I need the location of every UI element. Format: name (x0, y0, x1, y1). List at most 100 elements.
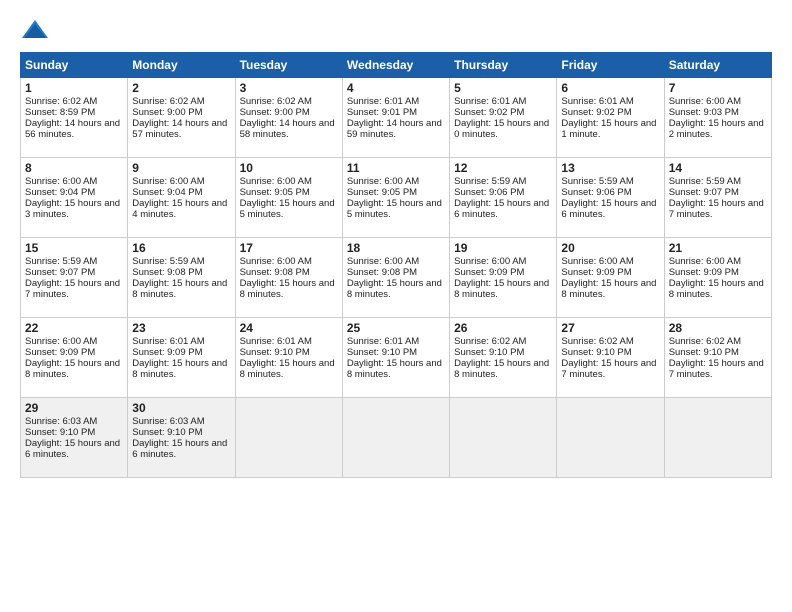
calendar-cell: 20Sunrise: 6:00 AMSunset: 9:09 PMDayligh… (557, 238, 664, 318)
sunrise-label: Sunrise: 6:02 AM (240, 96, 312, 107)
day-number: 16 (132, 241, 230, 255)
daylight-label: Daylight: 15 hours and 4 minutes. (132, 198, 227, 220)
week-row-1: 1Sunrise: 6:02 AMSunset: 8:59 PMDaylight… (21, 78, 772, 158)
daylight-label: Daylight: 15 hours and 8 minutes. (132, 278, 227, 300)
sunrise-label: Sunrise: 6:01 AM (132, 336, 204, 347)
sunset-label: Sunset: 9:04 PM (132, 187, 202, 198)
day-number: 17 (240, 241, 338, 255)
sunrise-label: Sunrise: 6:00 AM (240, 256, 312, 267)
col-header-saturday: Saturday (664, 53, 771, 78)
daylight-label: Daylight: 15 hours and 7 minutes. (25, 278, 120, 300)
calendar-cell: 21Sunrise: 6:00 AMSunset: 9:09 PMDayligh… (664, 238, 771, 318)
day-number: 18 (347, 241, 445, 255)
day-number: 9 (132, 161, 230, 175)
sunset-label: Sunset: 9:02 PM (454, 107, 524, 118)
sunset-label: Sunset: 9:07 PM (25, 267, 95, 278)
daylight-label: Daylight: 15 hours and 8 minutes. (347, 278, 442, 300)
day-number: 6 (561, 81, 659, 95)
daylight-label: Daylight: 14 hours and 59 minutes. (347, 118, 442, 140)
col-header-friday: Friday (557, 53, 664, 78)
page: SundayMondayTuesdayWednesdayThursdayFrid… (0, 0, 792, 612)
calendar-cell (235, 398, 342, 478)
sunset-label: Sunset: 9:09 PM (132, 347, 202, 358)
sunrise-label: Sunrise: 5:59 AM (132, 256, 204, 267)
day-number: 25 (347, 321, 445, 335)
sunrise-label: Sunrise: 6:00 AM (132, 176, 204, 187)
week-row-3: 15Sunrise: 5:59 AMSunset: 9:07 PMDayligh… (21, 238, 772, 318)
sunrise-label: Sunrise: 6:00 AM (347, 176, 419, 187)
calendar-cell: 26Sunrise: 6:02 AMSunset: 9:10 PMDayligh… (450, 318, 557, 398)
calendar-cell: 9Sunrise: 6:00 AMSunset: 9:04 PMDaylight… (128, 158, 235, 238)
sunrise-label: Sunrise: 5:59 AM (561, 176, 633, 187)
sunrise-label: Sunrise: 6:01 AM (347, 336, 419, 347)
daylight-label: Daylight: 15 hours and 8 minutes. (132, 358, 227, 380)
sunrise-label: Sunrise: 6:01 AM (347, 96, 419, 107)
daylight-label: Daylight: 15 hours and 7 minutes. (669, 358, 764, 380)
calendar-cell (557, 398, 664, 478)
sunset-label: Sunset: 9:09 PM (669, 267, 739, 278)
day-number: 20 (561, 241, 659, 255)
sunset-label: Sunset: 9:08 PM (347, 267, 417, 278)
sunset-label: Sunset: 9:09 PM (25, 347, 95, 358)
daylight-label: Daylight: 15 hours and 6 minutes. (454, 198, 549, 220)
sunset-label: Sunset: 9:10 PM (561, 347, 631, 358)
calendar-cell (450, 398, 557, 478)
calendar-cell (342, 398, 449, 478)
daylight-label: Daylight: 15 hours and 8 minutes. (25, 358, 120, 380)
daylight-label: Daylight: 15 hours and 1 minute. (561, 118, 656, 140)
sunrise-label: Sunrise: 5:59 AM (25, 256, 97, 267)
day-number: 27 (561, 321, 659, 335)
sunrise-label: Sunrise: 5:59 AM (669, 176, 741, 187)
day-number: 13 (561, 161, 659, 175)
calendar-cell: 14Sunrise: 5:59 AMSunset: 9:07 PMDayligh… (664, 158, 771, 238)
sunrise-label: Sunrise: 6:00 AM (669, 256, 741, 267)
sunrise-label: Sunrise: 6:00 AM (669, 96, 741, 107)
calendar-cell: 5Sunrise: 6:01 AMSunset: 9:02 PMDaylight… (450, 78, 557, 158)
sunrise-label: Sunrise: 6:00 AM (25, 176, 97, 187)
calendar-cell: 19Sunrise: 6:00 AMSunset: 9:09 PMDayligh… (450, 238, 557, 318)
calendar-cell: 28Sunrise: 6:02 AMSunset: 9:10 PMDayligh… (664, 318, 771, 398)
sunset-label: Sunset: 8:59 PM (25, 107, 95, 118)
day-number: 3 (240, 81, 338, 95)
daylight-label: Daylight: 14 hours and 57 minutes. (132, 118, 227, 140)
daylight-label: Daylight: 15 hours and 2 minutes. (669, 118, 764, 140)
day-number: 7 (669, 81, 767, 95)
calendar-cell: 8Sunrise: 6:00 AMSunset: 9:04 PMDaylight… (21, 158, 128, 238)
day-number: 10 (240, 161, 338, 175)
calendar-cell: 22Sunrise: 6:00 AMSunset: 9:09 PMDayligh… (21, 318, 128, 398)
calendar-cell: 18Sunrise: 6:00 AMSunset: 9:08 PMDayligh… (342, 238, 449, 318)
sunset-label: Sunset: 9:05 PM (347, 187, 417, 198)
calendar-cell: 7Sunrise: 6:00 AMSunset: 9:03 PMDaylight… (664, 78, 771, 158)
day-number: 21 (669, 241, 767, 255)
sunset-label: Sunset: 9:08 PM (132, 267, 202, 278)
daylight-label: Daylight: 15 hours and 7 minutes. (561, 358, 656, 380)
daylight-label: Daylight: 15 hours and 5 minutes. (240, 198, 335, 220)
day-number: 15 (25, 241, 123, 255)
sunset-label: Sunset: 9:10 PM (347, 347, 417, 358)
daylight-label: Daylight: 14 hours and 58 minutes. (240, 118, 335, 140)
sunset-label: Sunset: 9:10 PM (454, 347, 524, 358)
daylight-label: Daylight: 15 hours and 3 minutes. (25, 198, 120, 220)
calendar-cell: 12Sunrise: 5:59 AMSunset: 9:06 PMDayligh… (450, 158, 557, 238)
week-row-4: 22Sunrise: 6:00 AMSunset: 9:09 PMDayligh… (21, 318, 772, 398)
sunrise-label: Sunrise: 6:02 AM (25, 96, 97, 107)
calendar-cell: 17Sunrise: 6:00 AMSunset: 9:08 PMDayligh… (235, 238, 342, 318)
daylight-label: Daylight: 15 hours and 6 minutes. (132, 438, 227, 460)
calendar-cell: 6Sunrise: 6:01 AMSunset: 9:02 PMDaylight… (557, 78, 664, 158)
day-number: 4 (347, 81, 445, 95)
logo-icon (20, 18, 50, 42)
daylight-label: Daylight: 15 hours and 8 minutes. (454, 278, 549, 300)
calendar-cell: 13Sunrise: 5:59 AMSunset: 9:06 PMDayligh… (557, 158, 664, 238)
sunset-label: Sunset: 9:10 PM (25, 427, 95, 438)
calendar-cell: 4Sunrise: 6:01 AMSunset: 9:01 PMDaylight… (342, 78, 449, 158)
daylight-label: Daylight: 15 hours and 8 minutes. (240, 358, 335, 380)
sunset-label: Sunset: 9:00 PM (240, 107, 310, 118)
daylight-label: Daylight: 15 hours and 8 minutes. (454, 358, 549, 380)
daylight-label: Daylight: 14 hours and 56 minutes. (25, 118, 120, 140)
sunset-label: Sunset: 9:00 PM (132, 107, 202, 118)
calendar-cell: 23Sunrise: 6:01 AMSunset: 9:09 PMDayligh… (128, 318, 235, 398)
sunrise-label: Sunrise: 6:00 AM (347, 256, 419, 267)
sunrise-label: Sunrise: 6:03 AM (25, 416, 97, 427)
calendar-cell: 30Sunrise: 6:03 AMSunset: 9:10 PMDayligh… (128, 398, 235, 478)
sunrise-label: Sunrise: 6:02 AM (132, 96, 204, 107)
